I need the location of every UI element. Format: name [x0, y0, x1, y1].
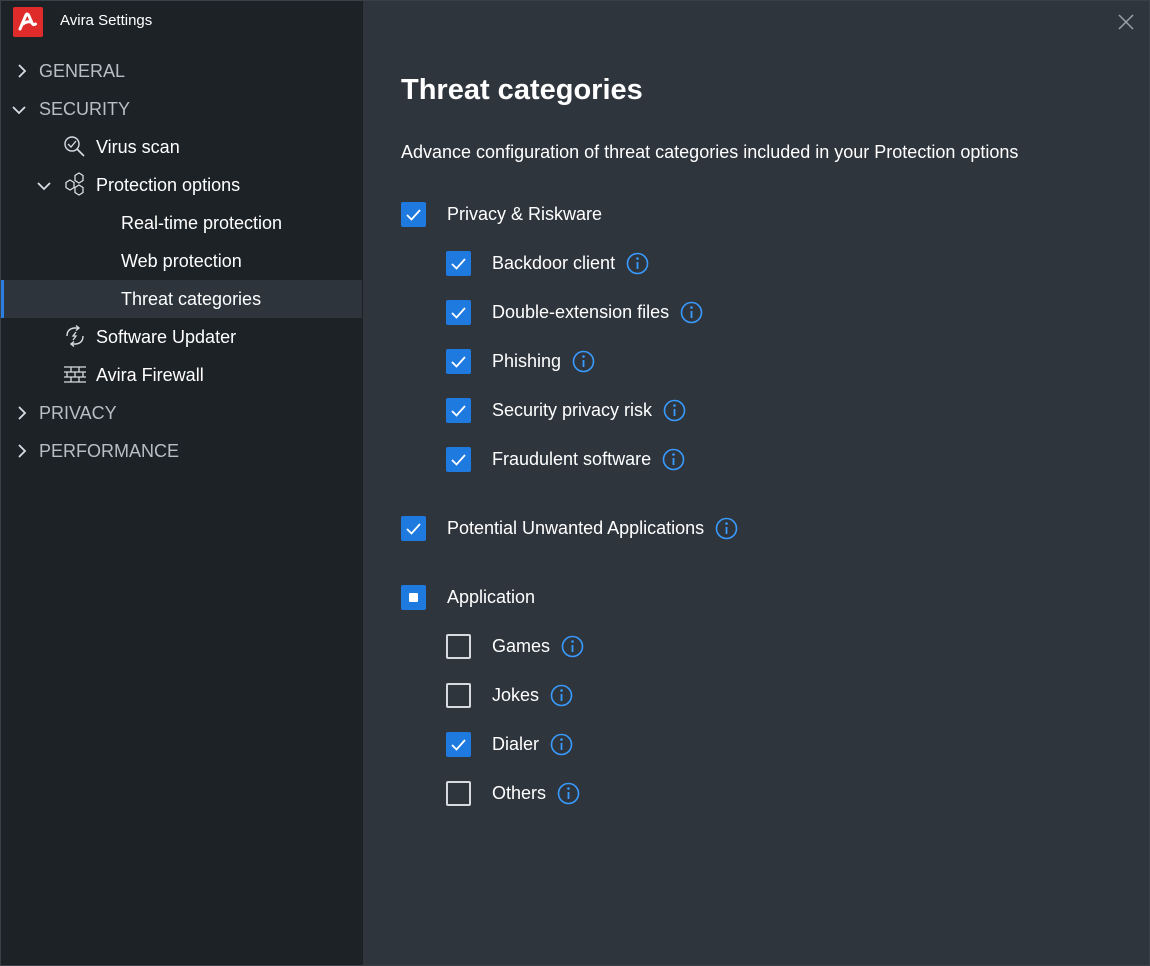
fraudulent-software-checkbox[interactable] — [446, 446, 471, 472]
phishing-checkbox[interactable] — [446, 348, 471, 374]
info-icon[interactable] — [680, 301, 703, 324]
refresh-arrows-icon — [66, 324, 84, 348]
games-checkbox[interactable] — [446, 633, 471, 659]
option-dialer: Dialer — [446, 731, 573, 757]
option-label: Phishing — [492, 350, 562, 371]
option-application: Application — [401, 584, 535, 610]
sidebar-item-performance[interactable]: PERFORMANCE — [1, 432, 362, 470]
info-icon[interactable] — [715, 517, 738, 540]
jokes-checkbox[interactable] — [446, 682, 471, 708]
potential-unwanted-applications-checkbox[interactable] — [401, 515, 426, 541]
info-icon[interactable] — [557, 782, 580, 805]
brick-wall-icon — [64, 366, 86, 383]
dialer-checkbox[interactable] — [446, 731, 471, 757]
security-privacy-risk-checkbox[interactable] — [446, 397, 471, 423]
sidebar-item-label: Web protection — [121, 251, 242, 271]
info-icon[interactable] — [561, 635, 584, 658]
close-icon[interactable] — [1115, 11, 1137, 33]
option-label: Double-extension files — [492, 301, 670, 322]
option-label: Privacy & Riskware — [447, 203, 603, 224]
others-checkbox[interactable] — [446, 780, 471, 806]
sidebar-item-label: PRIVACY — [39, 403, 117, 423]
sidebar-item-label: Avira Firewall — [96, 365, 204, 385]
sidebar-item-label: Software Updater — [96, 327, 237, 347]
option-label: Application — [447, 586, 536, 607]
hexagon-cluster-icon — [65, 172, 84, 196]
option-double-extension-files: Double-extension files — [446, 299, 703, 325]
sidebar-item-software-updater[interactable]: Software Updater — [1, 318, 362, 356]
option-backdoor-client: Backdoor client — [446, 250, 649, 276]
option-fraudulent-software: Fraudulent software — [446, 446, 685, 472]
option-label: Potential Unwanted Applications — [447, 517, 705, 538]
sidebar-item-privacy[interactable]: PRIVACY — [1, 394, 362, 432]
sidebar-item-protection-options[interactable]: Protection options — [1, 166, 362, 204]
option-label: Security privacy risk — [492, 399, 653, 420]
info-icon[interactable] — [663, 399, 686, 422]
chevron-right-icon — [18, 406, 27, 420]
option-jokes: Jokes — [446, 682, 573, 708]
page-title: Threat categories — [401, 74, 643, 106]
option-label: Jokes — [492, 684, 540, 705]
sidebar-item-threat-categories[interactable]: Threat categories — [1, 280, 362, 318]
info-icon[interactable] — [626, 252, 649, 275]
option-others: Others — [446, 780, 580, 806]
option-label: Dialer — [492, 733, 540, 754]
info-icon[interactable] — [662, 448, 685, 471]
option-games: Games — [446, 633, 584, 659]
sidebar-item-label: Threat categories — [121, 289, 262, 309]
sidebar-item-avira-firewall[interactable]: Avira Firewall — [1, 356, 362, 394]
info-icon[interactable] — [550, 684, 573, 707]
settings-window: Avira Settings GENERAL SECURITY Virus sc… — [0, 0, 1150, 966]
sidebar-item-general[interactable]: GENERAL — [1, 52, 362, 90]
chevron-right-icon — [18, 444, 27, 458]
sidebar-item-label: PERFORMANCE — [39, 441, 180, 461]
main-panel: Threat categories Advance configuration … — [363, 1, 1149, 965]
option-potential-unwanted-applications: Potential Unwanted Applications — [401, 515, 738, 541]
sidebar: Avira Settings GENERAL SECURITY Virus sc… — [1, 1, 362, 965]
sidebar-item-web-protection[interactable]: Web protection — [1, 242, 362, 280]
option-label: Others — [492, 782, 547, 803]
sidebar-item-label: SECURITY — [39, 99, 131, 119]
sidebar-item-virus-scan[interactable]: Virus scan — [1, 128, 362, 166]
option-label: Fraudulent software — [492, 448, 652, 469]
avira-logo-icon — [13, 7, 43, 37]
option-label: Games — [492, 635, 551, 656]
option-security-privacy-risk: Security privacy risk — [446, 397, 686, 423]
info-icon[interactable] — [550, 733, 573, 756]
chevron-right-icon — [18, 64, 27, 78]
sidebar-item-label: Virus scan — [96, 137, 180, 157]
privacy-riskware-checkbox[interactable] — [401, 201, 426, 227]
sidebar-item-label: GENERAL — [39, 61, 126, 81]
option-phishing: Phishing — [446, 348, 595, 374]
backdoor-client-checkbox[interactable] — [446, 250, 471, 276]
page-description: Advance configuration of threat categori… — [401, 142, 1019, 162]
app-title: Avira Settings — [60, 12, 153, 29]
option-privacy-riskware: Privacy & Riskware — [401, 201, 602, 227]
sidebar-item-security[interactable]: SECURITY — [1, 90, 362, 128]
chevron-down-icon — [37, 182, 51, 191]
application-checkbox[interactable] — [401, 584, 426, 610]
sidebar-item-real-time-protection[interactable]: Real-time protection — [1, 204, 362, 242]
magnifier-scan-icon — [64, 136, 85, 157]
info-icon[interactable] — [572, 350, 595, 373]
sidebar-item-label: Protection options — [96, 175, 241, 195]
option-label: Backdoor client — [492, 252, 616, 273]
double-extension-files-checkbox[interactable] — [446, 299, 471, 325]
chevron-down-icon — [12, 106, 26, 115]
sidebar-item-label: Real-time protection — [121, 213, 283, 233]
title-bar: Avira Settings — [1, 1, 362, 41]
